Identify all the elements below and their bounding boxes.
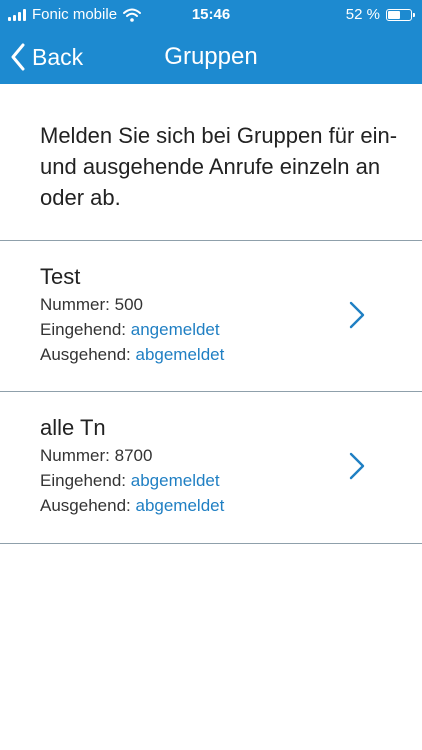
incoming-status: abgemeldet [130,471,220,490]
outgoing-status: abgemeldet [135,345,225,364]
outgoing-status: abgemeldet [135,496,225,515]
battery-icon [386,8,415,21]
chevron-right-icon [349,452,365,480]
outgoing-label: Ausgehend: [40,345,131,364]
incoming-line: Eingehend: angemeldet [40,320,220,340]
incoming-label: Eingehend: [40,320,127,339]
incoming-label: Eingehend: [40,471,127,490]
incoming-status: angemeldet [130,320,220,339]
outgoing-label: Ausgehend: [40,496,131,515]
battery-percent: 52 % [345,6,380,23]
battery-fill [388,10,401,19]
outgoing-line: Ausgehend: abgemeldet [40,345,224,365]
outgoing-line: Ausgehend: abgemeldet [40,496,224,516]
battery-tip [413,12,415,17]
status-right: 52 % [345,6,415,23]
group-name: Test [40,264,81,289]
group-number-line: Nummer: 8700 [40,446,152,466]
group-row-alle-tn[interactable]: alle Tn Nummer: 8700 Eingehend: abgemeld… [0,392,422,542]
page-title: Gruppen [164,43,258,70]
status-bar: Fonic mobile 15:46 52 % [0,0,422,30]
divider [0,543,422,544]
group-row-test[interactable]: Test Nummer: 500 Eingehend: angemeldet A… [0,241,422,391]
intro-text: Melden Sie sich bei Gruppen für ein- und… [40,123,398,210]
group-number: 8700 [114,446,153,465]
group-number: 500 [114,295,144,314]
incoming-line: Eingehend: abgemeldet [40,471,220,491]
number-label: Nummer: [40,446,110,465]
number-label: Nummer: [40,295,110,314]
group-name: alle Tn [40,415,106,440]
chevron-right-icon [349,301,365,329]
group-number-line: Nummer: 500 [40,295,143,315]
navigation-bar: Back Gruppen [0,30,422,84]
